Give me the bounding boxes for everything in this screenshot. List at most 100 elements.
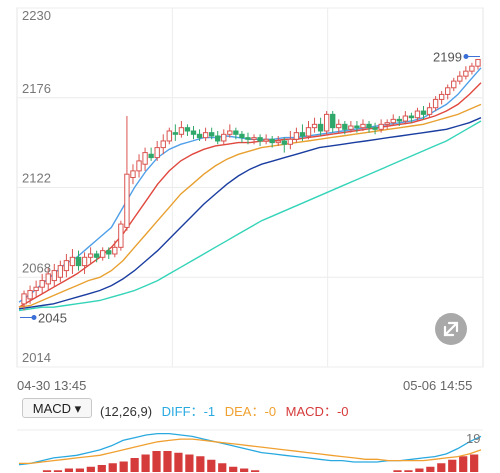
diff-label: DIFF： bbox=[161, 404, 204, 419]
expand-button[interactable] bbox=[435, 313, 467, 345]
candle-up bbox=[293, 132, 300, 140]
candle-down bbox=[239, 133, 245, 139]
macd-label: MACD： bbox=[285, 404, 337, 419]
candle-down bbox=[342, 123, 348, 130]
macd-histogram-bar bbox=[141, 454, 150, 472]
candle-up bbox=[414, 110, 421, 119]
candle-down bbox=[190, 130, 197, 135]
candle-down bbox=[281, 140, 287, 145]
ma60-line bbox=[18, 120, 482, 312]
macd-histogram-bar bbox=[426, 466, 435, 472]
y-tick-label: 2122 bbox=[22, 171, 51, 186]
macd-value: -0 bbox=[336, 404, 349, 419]
macd-histogram-bar bbox=[42, 470, 52, 472]
candle-up bbox=[360, 123, 366, 129]
candle-up bbox=[463, 70, 469, 77]
candle-up bbox=[81, 256, 88, 267]
macd-histogram-bar bbox=[207, 459, 216, 472]
expand-icon bbox=[443, 321, 459, 337]
candle-down bbox=[420, 110, 427, 115]
candle-up bbox=[275, 140, 281, 144]
candle-up bbox=[154, 147, 160, 159]
chart-grid bbox=[16, 7, 484, 368]
candle-up bbox=[323, 113, 330, 132]
candle-up bbox=[63, 260, 70, 272]
macd-histogram-bar bbox=[415, 468, 424, 472]
moving-average-lines bbox=[18, 67, 482, 312]
x-label-start: 04-30 13:45 bbox=[17, 378, 86, 393]
candle-down bbox=[372, 127, 378, 130]
candle-down bbox=[93, 253, 100, 258]
candle-up bbox=[33, 286, 39, 292]
candle-up bbox=[178, 127, 185, 135]
x-label-end: 05-06 14:55 bbox=[403, 378, 472, 393]
candle-down bbox=[196, 133, 203, 139]
macd-histogram-bar bbox=[75, 468, 84, 472]
candle-up bbox=[348, 125, 354, 130]
dea-label: DEA： bbox=[224, 404, 265, 419]
candle-up bbox=[51, 270, 57, 282]
candle-up bbox=[87, 253, 94, 258]
macd-histogram-bar bbox=[152, 451, 161, 472]
candle-down bbox=[366, 123, 372, 129]
macd-histogram-bar bbox=[437, 463, 446, 472]
dea-value: -0 bbox=[264, 404, 277, 419]
candle-up bbox=[227, 130, 233, 135]
macd-histogram-bar bbox=[119, 461, 128, 472]
candle-up bbox=[124, 173, 130, 228]
candle-up bbox=[451, 80, 457, 89]
macd-histogram-bar bbox=[229, 466, 238, 472]
macd-params: (12,26,9) bbox=[100, 404, 153, 419]
candle-up bbox=[402, 115, 409, 122]
candle-up bbox=[21, 293, 27, 305]
candle-up bbox=[130, 170, 136, 179]
macd-indicator-dropdown[interactable]: MACD ▾ bbox=[22, 398, 92, 418]
macd-histogram-bar bbox=[196, 456, 205, 472]
macd-histogram-bar bbox=[404, 470, 413, 472]
macd-histogram-bar bbox=[64, 468, 74, 472]
candle-down bbox=[233, 130, 239, 135]
macd-histogram-bar bbox=[86, 466, 95, 472]
candle-down bbox=[75, 256, 82, 267]
candle-up bbox=[39, 280, 45, 288]
candle-up bbox=[384, 122, 390, 125]
candle-up bbox=[336, 123, 342, 129]
macd-histogram-bar bbox=[108, 463, 117, 472]
candle-up bbox=[378, 123, 384, 130]
diff-value: -1 bbox=[203, 404, 216, 419]
macd-toolbar: MACD ▾ (12,26,9) DIFF：-1 DEA：-0 MACD：-0 bbox=[0, 398, 500, 422]
candle-up bbox=[305, 127, 312, 137]
candle-down bbox=[330, 113, 336, 129]
candle-down bbox=[269, 138, 275, 144]
candle-up bbox=[112, 246, 118, 255]
macd-histogram-bar bbox=[251, 470, 260, 472]
candle-up bbox=[27, 290, 33, 300]
macd-histogram-bar bbox=[97, 465, 106, 472]
candle-up bbox=[426, 107, 433, 115]
candle-up bbox=[69, 256, 76, 267]
candle-up bbox=[469, 65, 475, 72]
candle-down bbox=[396, 118, 402, 122]
candle-up bbox=[457, 75, 463, 82]
macd-histogram-bar bbox=[240, 468, 249, 472]
candle-down bbox=[148, 153, 154, 159]
macd-histogram-bar bbox=[53, 470, 63, 472]
candle-up bbox=[251, 137, 257, 140]
candle-up bbox=[202, 132, 209, 139]
candle-down bbox=[172, 132, 179, 135]
low-marker-dot bbox=[31, 314, 37, 320]
candle-up bbox=[263, 138, 269, 142]
macd-histogram-bar bbox=[448, 459, 457, 472]
macd-histogram-bar bbox=[459, 456, 468, 472]
macd-histogram-bar bbox=[393, 470, 402, 472]
candle-up bbox=[57, 265, 64, 278]
candle-up bbox=[142, 152, 148, 165]
candle-down bbox=[208, 132, 215, 137]
candle-down bbox=[354, 125, 360, 129]
candle-up bbox=[118, 223, 124, 248]
candle-down bbox=[299, 132, 306, 137]
y-tick-label: 2230 bbox=[22, 8, 51, 23]
macd-histogram-bar bbox=[130, 458, 139, 472]
candle-up bbox=[438, 93, 445, 100]
low-price-label: 2045 bbox=[38, 310, 67, 325]
